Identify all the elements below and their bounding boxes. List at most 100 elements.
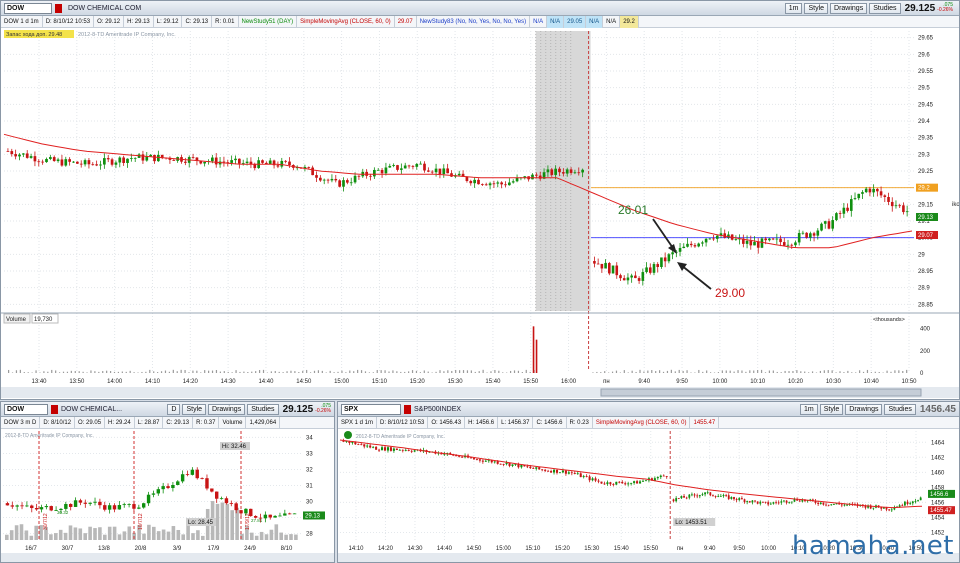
main-candle xyxy=(10,151,14,155)
right-candle xyxy=(615,481,618,485)
main-candle xyxy=(805,232,808,238)
main-volume-bar xyxy=(153,371,155,373)
main-right-edge-label: iko xyxy=(952,202,959,208)
left-candle xyxy=(78,500,83,503)
left-volume-bar xyxy=(191,533,195,540)
main-volume-bar xyxy=(411,370,414,373)
main-volume-bar xyxy=(227,371,229,373)
main-volume-bar xyxy=(808,372,810,373)
main-y-tick: 29.45 xyxy=(918,102,934,108)
main-volume-bar xyxy=(86,372,88,373)
main-annotation-26-01: 26.01 xyxy=(618,203,648,217)
main-volume-bar xyxy=(760,369,763,373)
main-volume-bar xyxy=(337,371,339,373)
main-candle xyxy=(531,174,534,180)
main-volume-bar xyxy=(862,371,865,373)
main-candle xyxy=(887,197,890,202)
main-volume-spike xyxy=(532,326,535,373)
main-volume-bar xyxy=(804,371,806,373)
right-candle xyxy=(825,504,827,506)
right-y-tick: 1462 xyxy=(931,455,945,461)
left-candle xyxy=(137,507,141,509)
main-candle xyxy=(407,165,411,167)
right-candle xyxy=(662,475,665,477)
right-candle xyxy=(748,501,751,503)
right-candle xyxy=(375,446,378,450)
main-candle xyxy=(686,243,689,247)
main-volume-bar xyxy=(796,370,798,373)
main-volume-bar xyxy=(702,371,704,373)
main-candle xyxy=(130,158,133,159)
main-volume-bar xyxy=(215,370,218,373)
left-candle xyxy=(15,505,19,507)
right-candle xyxy=(759,501,762,504)
main-candle xyxy=(311,167,314,176)
main-candle xyxy=(898,205,901,207)
main-volume-bar xyxy=(859,370,861,373)
main-candle xyxy=(890,201,894,207)
right-x-tick: 15:20 xyxy=(555,546,571,552)
left-candle xyxy=(117,505,122,510)
main-candle xyxy=(319,177,322,181)
main-volume-bar xyxy=(502,372,504,373)
main-candle xyxy=(786,244,790,246)
left-price-chart[interactable]: 3433323130292816/730/713/820/83/917/924/… xyxy=(1,402,334,562)
main-volume-tick: 200 xyxy=(920,349,931,355)
main-volume-bar xyxy=(631,370,633,373)
right-candle xyxy=(901,505,904,507)
main-volume-bar xyxy=(776,371,778,373)
main-volume-bar xyxy=(208,370,210,373)
left-volume-bar xyxy=(98,527,102,540)
main-volume-bar xyxy=(145,371,147,373)
main-volume-bar xyxy=(380,370,382,373)
right-candle xyxy=(890,509,893,511)
right-candle xyxy=(582,476,585,478)
right-candle xyxy=(743,499,746,503)
main-candle xyxy=(857,193,861,199)
main-candle xyxy=(376,169,380,171)
main-price-tag: 29.13 xyxy=(918,215,934,221)
right-candle xyxy=(555,469,559,473)
main-candle xyxy=(76,161,79,164)
main-candle xyxy=(734,239,738,240)
main-candle xyxy=(678,248,682,252)
main-volume-units: <thousands> xyxy=(873,317,905,323)
left-volume-bar xyxy=(34,525,38,540)
main-volume-bar xyxy=(313,370,316,373)
right-candle xyxy=(906,501,909,505)
main-volume-bar xyxy=(345,372,347,373)
main-x-tick: 15:50 xyxy=(523,379,539,385)
main-volume-bar xyxy=(902,370,904,373)
main-volume-bar xyxy=(141,371,143,373)
main-volume-bar xyxy=(788,371,790,373)
main-volume-bar xyxy=(592,372,594,373)
left-volume-bar xyxy=(147,524,151,540)
right-candle xyxy=(688,494,691,498)
main-x-tick: 16:00 xyxy=(561,379,577,385)
main-candle xyxy=(779,238,782,243)
main-yellow-label: Запас хода доп. 29.48 xyxy=(6,32,62,38)
main-volume-bar xyxy=(235,370,237,373)
main-volume-bar xyxy=(364,371,367,373)
main-candle xyxy=(682,246,686,249)
left-candle xyxy=(122,504,126,506)
left-candle xyxy=(146,494,151,504)
main-candle xyxy=(715,235,719,239)
main-price-chart[interactable]: 29.65 29.6 29.55 29.5 29.45 29.4 29.35 29.3 29.2… xyxy=(1,1,959,399)
main-volume-bar xyxy=(333,372,335,373)
right-candle xyxy=(733,496,735,500)
left-y-tick: 31 xyxy=(306,484,313,490)
main-volume-bar xyxy=(717,372,720,373)
main-volume-bar xyxy=(886,370,888,373)
main-candle xyxy=(835,213,838,221)
main-candle xyxy=(288,161,291,166)
main-volume-bar xyxy=(462,370,465,373)
main-volume-bar xyxy=(647,370,649,373)
left-volume-bar xyxy=(112,526,117,540)
right-candle xyxy=(496,461,499,464)
main-volume-bar xyxy=(851,372,853,373)
left-volume-bar xyxy=(93,528,97,540)
main-candle xyxy=(708,238,712,240)
main-volume-bar xyxy=(847,370,849,373)
right-candle xyxy=(594,478,597,481)
